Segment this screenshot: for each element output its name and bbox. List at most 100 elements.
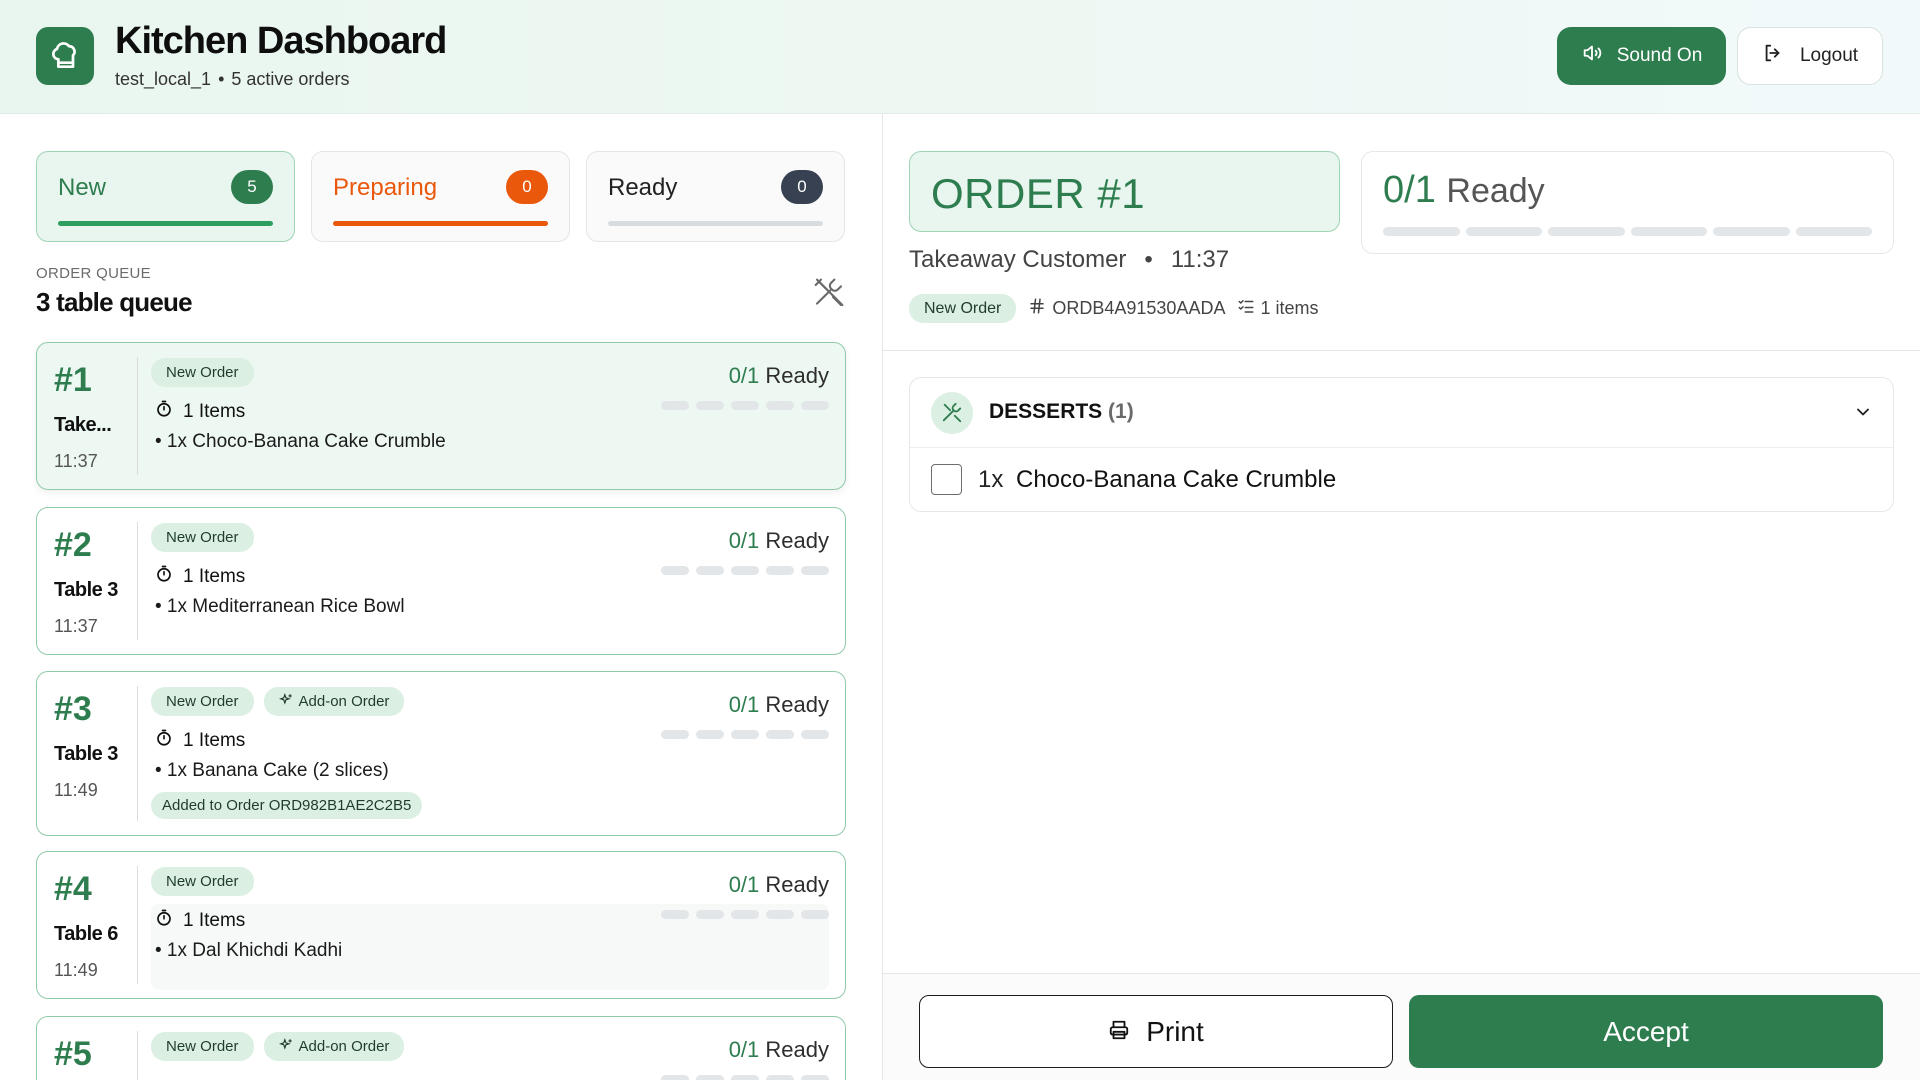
ready-progress-text: 0/1 Ready: [729, 1037, 829, 1063]
ready-fraction: 0/1: [1383, 169, 1436, 211]
ready-progress-text: 0/1 Ready: [729, 872, 829, 898]
panel-divider: [882, 114, 883, 1080]
category-section: DESSERTS (1) 1x Choco-Banana Cake Crumbl…: [909, 377, 1894, 512]
order-title-box: ORDER #1: [909, 151, 1340, 232]
tab-ready[interactable]: Ready 0: [586, 151, 845, 242]
order-time: 11:37: [1170, 246, 1230, 273]
order-card-3[interactable]: #3 Table 3 11:49 New Order Add-on Order …: [36, 671, 846, 836]
active-orders-count: 5 active orders: [231, 69, 350, 89]
addon-order-label: Add-on Order: [298, 693, 390, 710]
order-table: Table 6: [54, 923, 118, 945]
chevron-down-icon[interactable]: [1853, 402, 1873, 427]
addon-order-label: Add-on Order: [298, 1038, 390, 1055]
ready-word: Ready: [765, 528, 829, 553]
new-order-tag: New Order: [151, 1032, 254, 1061]
print-label: Print: [1146, 1015, 1204, 1047]
hash-icon: [1028, 297, 1046, 320]
order-card-body: New Order Add-on Order 0/1 Ready 1 Items…: [151, 672, 829, 835]
card-divider: [137, 686, 138, 821]
order-number: #2: [54, 526, 92, 564]
customer-name: Takeaway Customer: [909, 246, 1127, 273]
order-id: ORDB4A91530AADA: [1052, 298, 1226, 318]
item-name: Choco-Banana Cake Crumble: [1016, 466, 1337, 493]
card-divider: [137, 866, 138, 984]
tab-new[interactable]: New 5: [36, 151, 295, 242]
timer-icon: [155, 565, 173, 589]
order-card-body: New Order Add-on Order 0/1 Ready: [151, 1017, 829, 1080]
items-count-row: 1 Items: [155, 565, 245, 589]
chef-hat-icon: [36, 27, 94, 85]
card-divider: [137, 1031, 138, 1080]
card-divider: [137, 357, 138, 475]
tab-preparing-indicator: [333, 221, 548, 226]
logout-label: Logout: [1799, 45, 1859, 66]
items-count: 1 Items: [183, 730, 246, 751]
addon-order-tag: Add-on Order: [263, 1032, 405, 1061]
items-count: 1 Items: [183, 566, 246, 587]
ready-word: Ready: [765, 363, 829, 388]
order-table: Table 3: [54, 579, 118, 601]
sound-label: Sound On: [1616, 45, 1703, 66]
ready-word: Ready: [765, 692, 829, 717]
items-count: 1 Items: [183, 401, 246, 422]
category-header[interactable]: DESSERTS (1): [910, 378, 1893, 448]
order-card-5[interactable]: #5 New Order Add-on Order 0/1 Ready: [36, 1016, 846, 1080]
order-number: #5: [54, 1035, 92, 1073]
ready-fraction: 0/1: [728, 363, 760, 388]
item-checkbox[interactable]: [931, 464, 962, 495]
category-count: (1): [1108, 400, 1134, 423]
order-card-2[interactable]: #2 Table 3 11:37 New Order 0/1 Ready 1 I…: [36, 507, 846, 655]
tab-preparing-count: 0: [506, 170, 548, 204]
utensils-crossed-icon: [931, 392, 973, 434]
timer-icon: [155, 729, 173, 753]
status-badge: New Order: [909, 294, 1017, 323]
print-button[interactable]: Print: [919, 995, 1393, 1068]
new-order-tag: New Order: [151, 867, 254, 896]
logout-button[interactable]: Logout: [1737, 27, 1883, 85]
timer-icon: [155, 400, 173, 424]
order-card-body: New Order 0/1 Ready 1 Items • 1x Choco-B…: [151, 343, 829, 489]
accept-button[interactable]: Accept: [1409, 995, 1883, 1068]
card-divider: [137, 522, 138, 640]
order-table: Table 3: [54, 743, 118, 765]
footer-divider: [883, 973, 1920, 974]
order-card-1[interactable]: #1 Take... 11:37 New Order 0/1 Ready 1 I…: [36, 342, 846, 490]
items-count: 1 Items: [183, 910, 246, 931]
order-time: 11:37: [54, 616, 98, 636]
customer-line: Takeaway Customer • 11:37: [909, 246, 1229, 274]
items-count-row: 1 Items: [155, 729, 245, 753]
list-checks-icon: [1237, 297, 1255, 320]
order-number: #4: [54, 870, 92, 908]
ready-fraction: 0/1: [728, 692, 760, 717]
separator: •: [218, 69, 225, 89]
queue-title: 3 table queue: [36, 287, 193, 317]
logout-icon: [1762, 42, 1784, 70]
category-name: DESSERTS (1): [989, 400, 1134, 424]
utensils-crossed-icon[interactable]: [813, 277, 845, 309]
order-title: ORDER #1: [931, 170, 1146, 217]
category-label: DESSERTS: [989, 400, 1103, 423]
ready-word: Ready: [1446, 172, 1545, 210]
sound-toggle-button[interactable]: Sound On: [1557, 27, 1726, 85]
tab-new-count: 5: [231, 170, 273, 204]
order-card-4[interactable]: #4 Table 6 11:49 New Order 0/1 Ready 1 I…: [36, 851, 846, 999]
order-time: 11:37: [54, 451, 98, 471]
tab-preparing[interactable]: Preparing 0: [311, 151, 570, 242]
new-order-tag: New Order: [151, 523, 254, 552]
items-count-row: 1 Items: [155, 400, 245, 424]
new-order-tag: New Order: [151, 358, 254, 387]
tab-new-label: New: [58, 174, 107, 201]
ready-progress-bar: [661, 730, 829, 739]
ready-word: Ready: [765, 1037, 829, 1062]
ready-progress-bar: [661, 1075, 829, 1080]
order-item-line: • 1x Choco-Banana Cake Crumble: [155, 431, 446, 452]
order-time: 11:49: [54, 960, 98, 980]
added-to-order-tag: Added to Order ORD982B1AE2C2B5: [151, 792, 423, 819]
order-item-line: • 1x Mediterranean Rice Bowl: [155, 596, 405, 617]
tab-preparing-label: Preparing: [333, 174, 438, 201]
detail-divider: [883, 350, 1920, 351]
ready-progress-text: 0/1 Ready: [729, 363, 829, 389]
items-count: 1 items: [1260, 298, 1319, 318]
addon-order-tag: Add-on Order: [263, 687, 405, 716]
order-table: Take...: [54, 414, 112, 436]
